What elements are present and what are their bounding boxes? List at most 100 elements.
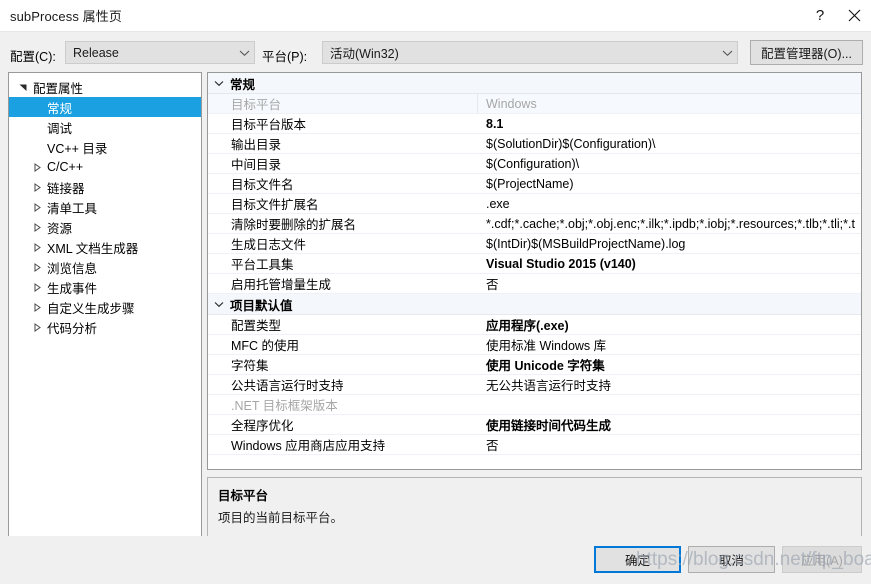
property-value[interactable]: Windows [478,97,861,111]
property-category-title: 常规 [230,77,256,92]
property-name: 目标平台 [208,94,478,113]
platform-dropdown[interactable]: 活动(Win32) [322,41,738,64]
property-row[interactable]: 字符集 使用 Unicode 字符集 [208,355,861,375]
property-row[interactable]: 公共语言运行时支持 无公共语言运行时支持 [208,375,861,395]
property-value[interactable]: $(ProjectName) [478,177,861,191]
tree-item[interactable]: XML 文档生成器 [9,237,201,257]
configuration-manager-button[interactable]: 配置管理器(O)... [750,40,863,65]
triangle-right-icon[interactable] [29,282,45,292]
property-value[interactable]: .exe [478,197,861,211]
property-value[interactable]: 应用程序(.exe) [478,315,861,334]
tree-item[interactable]: 资源 [9,217,201,237]
tree-item-label: XML 文档生成器 [47,241,139,256]
dialog-body: 配置属性 常规 调试 VC++ 目录 C/C++ 链接器 清单工具 资源 XML 文档生成器 浏览… [0,72,871,542]
triangle-right-icon[interactable] [29,222,45,232]
property-value[interactable]: $(Configuration)\ [478,157,861,171]
title-bar: subProcess 属性页 ? [0,0,871,31]
tree-item[interactable]: 链接器 [9,177,201,197]
property-value[interactable]: 使用标准 Windows 库 [478,335,861,354]
ok-button[interactable]: 确定 [594,546,681,573]
property-name: MFC 的使用 [231,339,300,353]
triangle-right-icon[interactable] [29,302,45,312]
property-value[interactable]: 使用链接时间代码生成 [478,415,861,434]
triangle-right-icon[interactable] [29,202,45,212]
tree-item[interactable]: VC++ 目录 [9,137,201,157]
property-row[interactable]: MFC 的使用 使用标准 Windows 库 [208,335,861,355]
property-row[interactable]: 目标文件名 $(ProjectName) [208,174,861,194]
property-value[interactable]: *.cdf;*.cache;*.obj;*.obj.enc;*.ilk;*.ip… [478,217,861,231]
property-value[interactable]: 使用 Unicode 字符集 [478,355,861,374]
chevron-down-icon[interactable] [208,80,230,87]
chevron-down-icon[interactable] [208,301,230,308]
tree-item-label: 常规 [47,101,73,116]
property-value[interactable]: 否 [478,435,861,454]
help-button[interactable]: ? [803,0,837,32]
triangle-right-icon[interactable] [29,182,45,192]
property-row[interactable]: 启用托管增量生成 否 [208,274,861,294]
property-row[interactable]: 清除时要删除的扩展名 *.cdf;*.cache;*.obj;*.obj.enc;… [208,214,861,234]
cancel-button[interactable]: 取消 [688,546,775,573]
property-name: 目标文件名 [231,178,294,192]
tree-item[interactable]: 调试 [9,117,201,137]
tree-item-label: 自定义生成步骤 [47,301,135,316]
property-category-header[interactable]: 项目默认值 [208,294,861,315]
triangle-right-icon[interactable] [29,262,45,272]
triangle-right-icon[interactable] [29,162,45,172]
property-name: 全程序优化 [231,419,294,433]
triangle-right-icon[interactable] [29,242,45,252]
triangle-down-icon[interactable] [15,83,31,92]
property-row[interactable]: 目标平台 Windows [208,94,861,114]
property-name: 生成日志文件 [231,238,307,252]
question-mark-icon: ? [815,6,825,24]
property-value[interactable]: 8.1 [478,117,861,131]
property-value[interactable]: Visual Studio 2015 (v140) [478,257,861,271]
property-grid[interactable]: 常规目标平台 Windows 目标平台版本 8.1 输出目录 $(SolutionDir)… [207,72,862,470]
property-row[interactable]: 输出目录 $(SolutionDir)$(Configuration)\ [208,134,861,154]
tree-item[interactable]: 浏览信息 [9,257,201,277]
description-panel: 目标平台 项目的当前目标平台。 [207,477,862,542]
property-value[interactable]: 无公共语言运行时支持 [478,375,861,394]
property-row[interactable]: 生成日志文件 $(IntDir)$(MSBuildProjectName).log [208,234,861,254]
tree-item[interactable]: 代码分析 [9,317,201,337]
page-title: subProcess 属性页 [10,9,122,24]
property-name: 中间目录 [231,158,282,172]
tree-item[interactable]: 清单工具 [9,197,201,217]
property-row[interactable]: 中间目录 $(Configuration)\ [208,154,861,174]
tree-item[interactable]: C/C++ [9,157,201,177]
property-grid-filler-row [208,455,861,469]
property-row[interactable]: 全程序优化 使用链接时间代码生成 [208,415,861,435]
tree-item-label: 链接器 [47,181,85,196]
property-name: 字符集 [231,359,269,373]
property-name: 目标平台版本 [231,118,307,132]
configuration-dropdown[interactable]: Release [65,41,255,64]
property-name: .NET 目标框架版本 [231,399,338,413]
property-value[interactable]: $(SolutionDir)$(Configuration)\ [478,137,861,151]
property-value[interactable]: 否 [478,274,861,293]
property-name: 清除时要删除的扩展名 [231,218,357,232]
tree-item[interactable]: 自定义生成步骤 [9,297,201,317]
tree-item-label: 代码分析 [47,321,98,336]
close-icon [848,9,861,22]
close-button[interactable] [837,0,871,31]
chevron-down-icon [234,49,254,57]
property-row[interactable]: 平台工具集 Visual Studio 2015 (v140) [208,254,861,274]
configuration-label: 配置(C): [10,50,56,64]
property-row[interactable]: 目标平台版本 8.1 [208,114,861,134]
property-row[interactable]: .NET 目标框架版本 [208,395,861,415]
platform-label: 平台(P): [262,50,308,64]
property-tree[interactable]: 配置属性常规 调试 VC++ 目录 C/C++ 链接器清单工具 资源 XML 文档生成器 浏览… [8,72,202,542]
tree-item[interactable]: 配置属性 [9,77,201,97]
property-row[interactable]: Windows 应用商店应用支持 否 [208,435,861,455]
tree-item-label: 清单工具 [47,201,98,216]
tree-item[interactable]: 生成事件 [9,277,201,297]
property-row[interactable]: 目标文件扩展名 .exe [208,194,861,214]
property-name: 启用托管增量生成 [231,278,332,292]
tree-item-label: 浏览信息 [47,261,98,276]
tree-item-label: VC++ 目录 [47,141,108,156]
property-category-header[interactable]: 常规 [208,73,861,94]
property-row[interactable]: 配置类型 应用程序(.exe) [208,315,861,335]
triangle-right-icon[interactable] [29,322,45,332]
tree-item[interactable]: 常规 [9,97,201,117]
property-value[interactable]: $(IntDir)$(MSBuildProjectName).log [478,237,861,251]
property-category-title: 项目默认值 [230,298,293,313]
